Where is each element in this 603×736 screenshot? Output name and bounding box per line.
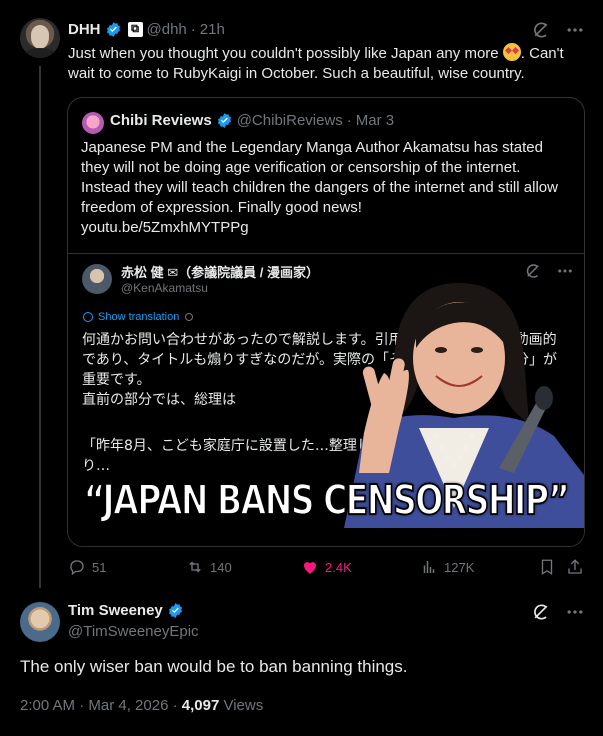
views-label: Views bbox=[219, 697, 264, 714]
star-struck-emoji-icon bbox=[502, 43, 521, 61]
header-icons bbox=[531, 20, 585, 40]
avatar[interactable] bbox=[20, 602, 60, 642]
views-icon bbox=[423, 561, 435, 573]
share-icon[interactable] bbox=[566, 558, 584, 576]
timestamp[interactable]: 2:00 AM · Mar 4, 2026 · bbox=[20, 697, 182, 714]
repost-button[interactable]: 140 bbox=[186, 558, 232, 576]
repost-icon bbox=[189, 561, 201, 573]
quote-media-image[interactable]: 赤松 健 ✉（参議院議員 / 漫画家） @KenAkamatsu Show tr… bbox=[68, 253, 584, 546]
author-handle[interactable]: @dhh bbox=[147, 21, 187, 38]
quote-text: Japanese PM and the Legendary Manga Auth… bbox=[81, 139, 558, 236]
views-count: 4,097 bbox=[181, 697, 220, 714]
heart-icon bbox=[304, 562, 316, 574]
more-icon[interactable] bbox=[565, 20, 585, 40]
grok-icon[interactable] bbox=[531, 602, 551, 622]
avatar[interactable] bbox=[20, 18, 60, 58]
media-author-handle: @KenAkamatsu bbox=[121, 281, 208, 295]
more-icon[interactable] bbox=[565, 602, 585, 622]
tweet-dhh[interactable]: DHH ⧉ @dhh · 21h Just when you thought y… bbox=[0, 0, 603, 590]
affiliation-badge-icon[interactable]: ⧉ bbox=[127, 22, 143, 37]
tweet-text: The only wiser ban would be to ban banni… bbox=[20, 657, 408, 676]
translate-icon bbox=[83, 312, 93, 322]
verified-badge-icon bbox=[106, 22, 120, 37]
separator-dot: · bbox=[346, 112, 352, 129]
reply-button[interactable]: 51 bbox=[68, 558, 106, 576]
show-translation: Show translation bbox=[82, 311, 195, 323]
tweet-header: DHH ⧉ @dhh · 21h bbox=[68, 21, 225, 38]
grok-icon[interactable] bbox=[531, 20, 551, 40]
tweet-actions: 51 140 2.4K 127K bbox=[68, 558, 588, 578]
quote-link[interactable]: youtu.be/5ZmxhMYTPPg bbox=[81, 219, 249, 236]
media-author-name: 赤松 健 ✉（参議院議員 / 漫画家） bbox=[121, 265, 319, 280]
like-button[interactable]: 2.4K bbox=[301, 558, 352, 576]
tweet-tim-sweeney[interactable]: Tim Sweeney @TimSweeneyEpic The only wis… bbox=[0, 590, 603, 736]
separator-dot: · bbox=[190, 21, 196, 38]
quote-author-name: Chibi Reviews bbox=[110, 112, 212, 129]
settings-icon bbox=[185, 313, 194, 321]
tweet-time[interactable]: 21h bbox=[200, 21, 225, 38]
author-handle[interactable]: @TimSweeneyEpic bbox=[68, 623, 199, 640]
headline-overlay: “JAPAN BANS CENSORSHIP” bbox=[83, 474, 571, 525]
header-icons bbox=[531, 602, 585, 622]
author-name[interactable]: DHH bbox=[68, 21, 101, 38]
quote-time: Mar 3 bbox=[355, 112, 395, 129]
views-button[interactable]: 127K bbox=[420, 558, 474, 576]
tweet-text: Just when you thought you couldn't possi… bbox=[68, 43, 564, 82]
reply-icon bbox=[70, 560, 84, 576]
bookmark-icon[interactable] bbox=[538, 558, 556, 576]
quote-author-handle: @ChibiReviews bbox=[236, 112, 343, 129]
verified-badge-icon bbox=[168, 603, 182, 618]
quoted-tweet[interactable]: Chibi Reviews @ChibiReviews · Mar 3 Japa… bbox=[67, 97, 585, 547]
tweet-meta: 2:00 AM · Mar 4, 2026 · 4,097 Views bbox=[20, 697, 263, 714]
quote-header: Chibi Reviews @ChibiReviews · Mar 3 bbox=[110, 112, 394, 129]
media-avatar bbox=[82, 264, 112, 294]
verified-badge-icon bbox=[217, 113, 231, 128]
quote-avatar[interactable] bbox=[82, 112, 104, 134]
author-name[interactable]: Tim Sweeney bbox=[68, 602, 163, 619]
tweet-header: Tim Sweeney bbox=[68, 602, 184, 619]
